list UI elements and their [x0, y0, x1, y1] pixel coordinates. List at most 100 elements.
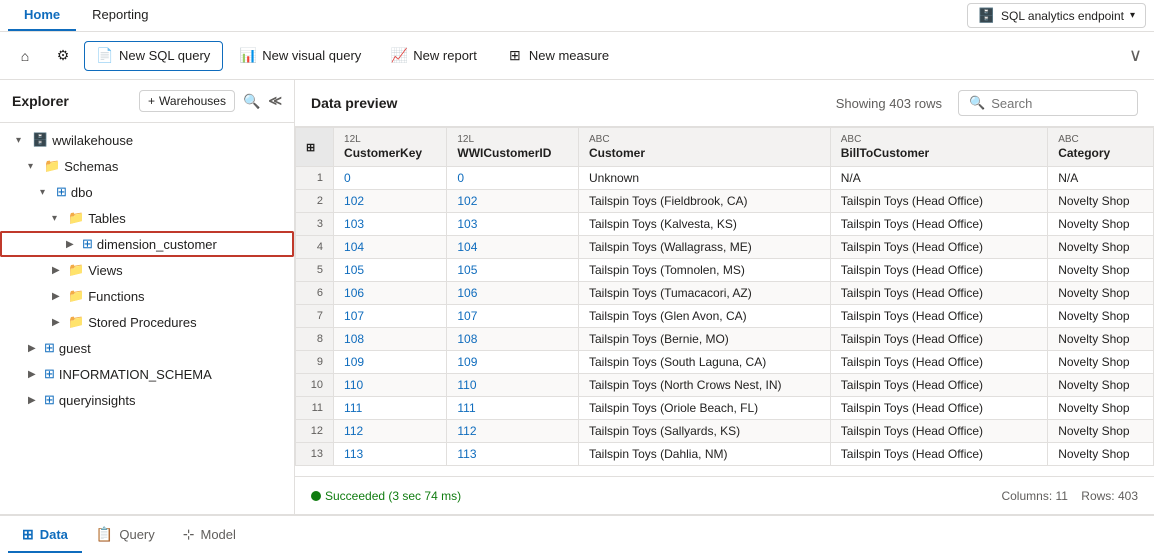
content-area: Data preview Showing 403 rows 🔍 ⊞ 1 [295, 80, 1154, 514]
columns-count: Columns: 11 [1001, 489, 1067, 503]
new-measure-button[interactable]: ⊞ New measure [494, 41, 622, 71]
report-icon: 📈 [391, 48, 407, 64]
tree-item-guest[interactable]: ▶ ⊞ guest [0, 335, 294, 361]
cell-category: Novelty Shop [1048, 213, 1154, 236]
gear-icon: ⚙ [55, 48, 71, 64]
tab-home[interactable]: Home [8, 0, 76, 31]
folder-icon: 📁 [68, 262, 84, 278]
cell-customerkey: 113 [334, 443, 447, 466]
chevron-right-icon: ▶ [28, 369, 40, 380]
cell-category: Novelty Shop [1048, 351, 1154, 374]
sql-query-icon: 📄 [97, 48, 113, 64]
cell-billtocustomer: Tailspin Toys (Head Office) [830, 443, 1047, 466]
main-layout: Explorer + Warehouses 🔍 ≪ ▾ 🗄️ wwilakeho… [0, 80, 1154, 514]
chevron-right-icon: ▶ [52, 291, 64, 302]
table-row: 3 103 103 Tailspin Toys (Kalvesta, KS) T… [296, 213, 1154, 236]
functions-label: Functions [88, 289, 144, 304]
cell-category: Novelty Shop [1048, 328, 1154, 351]
tree-item-schemas[interactable]: ▾ 📁 Schemas [0, 153, 294, 179]
tree-item-stored-procedures[interactable]: ▶ 📁 Stored Procedures [0, 309, 294, 335]
col-header-customer[interactable]: ABC Customer [578, 128, 830, 167]
schema-icon: ⊞ [56, 184, 67, 200]
tree-item-information-schema[interactable]: ▶ ⊞ INFORMATION_SCHEMA [0, 361, 294, 387]
new-report-button[interactable]: 📈 New report [378, 41, 490, 71]
cell-category: Novelty Shop [1048, 259, 1154, 282]
folder-icon: 📁 [68, 210, 84, 226]
schemas-label: Schemas [64, 159, 118, 174]
sidebar-header: Explorer + Warehouses 🔍 ≪ [0, 80, 294, 123]
rows-count: Rows: 403 [1081, 489, 1138, 503]
search-box[interactable]: 🔍 [958, 90, 1138, 116]
chevron-down-icon: ▾ [52, 213, 64, 224]
home-button[interactable]: ⌂ [8, 41, 42, 71]
cell-wwicustomerid: 108 [447, 328, 579, 351]
data-preview-title: Data preview [311, 95, 397, 111]
data-table-container[interactable]: ⊞ 12L CustomerKey 12L WWICustomerID [295, 127, 1154, 476]
cell-customer: Tailspin Toys (Sallyards, KS) [578, 420, 830, 443]
cell-billtocustomer: Tailspin Toys (Head Office) [830, 213, 1047, 236]
row-count: Showing 403 rows [836, 96, 942, 111]
query-tab-button[interactable]: 📋 Query [82, 517, 169, 553]
guest-label: guest [59, 341, 91, 356]
status-text: Succeeded (3 sec 74 ms) [325, 489, 461, 503]
table-row: 6 106 106 Tailspin Toys (Tumacacori, AZ)… [296, 282, 1154, 305]
new-measure-label: New measure [529, 48, 609, 63]
collapse-sidebar-icon[interactable]: ≪ [268, 93, 282, 109]
new-sql-query-button[interactable]: 📄 New SQL query [84, 41, 223, 71]
row-number: 8 [296, 328, 334, 351]
grid-icon: ⊞ [22, 526, 34, 543]
search-icon: 🔍 [969, 95, 985, 111]
col-header-category[interactable]: ABC Category [1048, 128, 1154, 167]
cell-customerkey: 110 [334, 374, 447, 397]
chevron-down-icon: ▾ [16, 135, 28, 146]
cell-billtocustomer: Tailspin Toys (Head Office) [830, 305, 1047, 328]
settings-button[interactable]: ⚙ [46, 41, 80, 71]
top-bar: Home Reporting 🗄️ SQL analytics endpoint… [0, 0, 1154, 32]
model-tab-button[interactable]: ⊹ Model [169, 517, 250, 553]
table-row: 8 108 108 Tailspin Toys (Bernie, MO) Tai… [296, 328, 1154, 351]
col-type-customerkey: 12L [344, 134, 436, 145]
stored-procedures-label: Stored Procedures [88, 315, 196, 330]
table-row: 13 113 113 Tailspin Toys (Dahlia, NM) Ta… [296, 443, 1154, 466]
endpoint-badge[interactable]: 🗄️ SQL analytics endpoint ▾ [967, 3, 1146, 28]
dimension-customer-label: dimension_customer [97, 237, 217, 252]
cell-billtocustomer: Tailspin Toys (Head Office) [830, 190, 1047, 213]
folder-icon: 📁 [68, 314, 84, 330]
row-number: 4 [296, 236, 334, 259]
tree-item-queryinsights[interactable]: ▶ ⊞ queryinsights [0, 387, 294, 413]
col-type-wwicustomerid: 12L [457, 134, 568, 145]
cell-customer: Tailspin Toys (Kalvesta, KS) [578, 213, 830, 236]
tab-reporting[interactable]: Reporting [76, 0, 164, 31]
row-number: 11 [296, 397, 334, 420]
cell-billtocustomer: Tailspin Toys (Head Office) [830, 328, 1047, 351]
col-header-wwicustomerid[interactable]: 12L WWICustomerID [447, 128, 579, 167]
chevron-right-icon: ▶ [28, 343, 40, 354]
tree-item-dbo[interactable]: ▾ ⊞ dbo [0, 179, 294, 205]
data-tab-button[interactable]: ⊞ Data [8, 517, 82, 553]
new-visual-query-button[interactable]: 📊 New visual query [227, 41, 374, 71]
row-number: 13 [296, 443, 334, 466]
tree-item-dimension-customer[interactable]: ▶ ⊞ dimension_customer [0, 231, 294, 257]
add-warehouse-button[interactable]: + Warehouses [139, 90, 235, 112]
chevron-down-icon: ▾ [28, 161, 40, 172]
sidebar: Explorer + Warehouses 🔍 ≪ ▾ 🗄️ wwilakeho… [0, 80, 295, 514]
col-header-billtocustomer[interactable]: ABC BillToCustomer [830, 128, 1047, 167]
model-icon: ⊹ [183, 526, 195, 543]
search-input[interactable] [991, 96, 1127, 111]
cell-billtocustomer: N/A [830, 167, 1047, 190]
status-bar: Succeeded (3 sec 74 ms) Columns: 11 Rows… [295, 476, 1154, 514]
tree-item-views[interactable]: ▶ 📁 Views [0, 257, 294, 283]
tree-item-tables[interactable]: ▾ 📁 Tables [0, 205, 294, 231]
col-header-customerkey[interactable]: 12L CustomerKey [334, 128, 447, 167]
cell-category: Novelty Shop [1048, 282, 1154, 305]
sidebar-search-icon[interactable]: 🔍 [243, 93, 260, 110]
cell-customerkey: 106 [334, 282, 447, 305]
cell-billtocustomer: Tailspin Toys (Head Office) [830, 397, 1047, 420]
cell-customer: Tailspin Toys (Fieldbrook, CA) [578, 190, 830, 213]
tree-item-functions[interactable]: ▶ 📁 Functions [0, 283, 294, 309]
new-report-label: New report [413, 48, 477, 63]
collapse-toolbar-button[interactable]: ∨ [1125, 41, 1146, 70]
col-name-billtocustomer: BillToCustomer [841, 146, 1037, 160]
cell-customer: Tailspin Toys (South Laguna, CA) [578, 351, 830, 374]
tree-item-wwilakehouse[interactable]: ▾ 🗄️ wwilakehouse [0, 127, 294, 153]
